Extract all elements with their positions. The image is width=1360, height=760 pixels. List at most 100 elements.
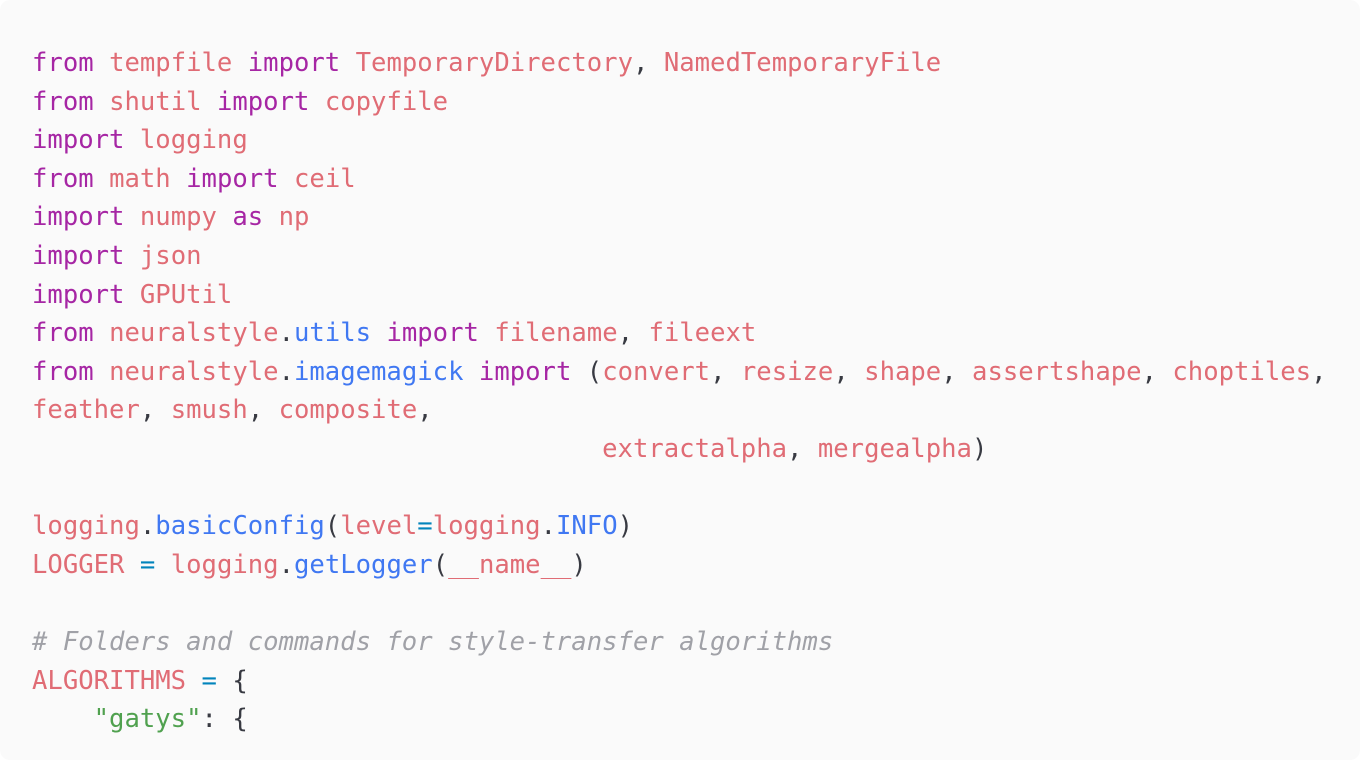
code-token: "gatys"	[93, 704, 202, 735]
code-token: (	[432, 549, 449, 580]
code-line: import numpy as np	[32, 198, 1326, 237]
code-token: composite	[278, 395, 418, 426]
code-panel: from tempfile import TemporaryDirectory,…	[0, 0, 1360, 760]
code-token: mergealpha	[817, 433, 972, 464]
code-token: smush	[170, 395, 248, 426]
code-token: import	[216, 86, 310, 117]
code-token: .	[139, 511, 156, 542]
code-token: # Folders and commands for style-transfe…	[32, 626, 834, 657]
code-line: "gatys": {	[32, 700, 1326, 739]
code-token: copyfile	[324, 86, 449, 117]
code-token: from	[32, 318, 94, 349]
code-token: : {	[201, 704, 248, 735]
code-line: ALGORITHMS = {	[32, 662, 1326, 701]
code-token: INFO	[555, 511, 618, 542]
code-token: logging	[432, 511, 541, 542]
code-token: {	[216, 665, 248, 696]
code-token: convert	[602, 356, 711, 387]
code-token: (	[324, 511, 341, 542]
code-token: feather	[32, 395, 140, 426]
code-token: from	[32, 163, 94, 194]
code-token: logging	[170, 549, 279, 580]
code-line: import json	[32, 237, 1326, 276]
code-token: ,	[139, 395, 171, 426]
code-line: extractalpha, mergealpha)	[32, 430, 1326, 469]
code-token: basicConfig	[155, 511, 325, 542]
code-token: filename	[494, 318, 618, 349]
code-token: numpy	[139, 202, 217, 233]
code-token: (	[571, 356, 603, 387]
code-token: shape	[864, 356, 942, 387]
code-token: =	[201, 665, 217, 696]
code-line: import GPUtil	[32, 276, 1326, 315]
code-token: import	[186, 163, 279, 194]
code-token: logging	[139, 125, 248, 156]
code-token: choptiles	[1172, 356, 1312, 387]
code-line: logging.basicConfig(level=logging.INFO)	[32, 507, 1326, 546]
code-token: from	[32, 48, 94, 78]
code-token: fileext	[648, 318, 757, 349]
code-token: resize	[740, 356, 834, 387]
code-token: =	[139, 549, 156, 580]
code-token: import	[32, 202, 125, 233]
code-token: )	[971, 433, 988, 464]
code-token: ,	[833, 356, 865, 387]
code-token: ,	[787, 433, 818, 464]
code-token: )	[617, 511, 634, 542]
code-token: tempfile	[109, 48, 233, 78]
code-token: ,	[1311, 356, 1327, 387]
code-token: ,	[633, 48, 664, 78]
code-token: import	[247, 48, 341, 78]
code-token: ,	[247, 395, 279, 426]
code-token: ,	[941, 356, 973, 387]
code-token: neuralstyle	[109, 318, 279, 349]
code-token: as	[232, 202, 264, 233]
code-line: from math import ceil	[32, 160, 1326, 199]
code-line: import logging	[32, 121, 1326, 160]
code-token: .	[278, 549, 295, 580]
code-block[interactable]: from tempfile import TemporaryDirectory,…	[32, 44, 1326, 739]
code-line: LOGGER = logging.getLogger(__name__)	[32, 546, 1326, 585]
code-token: import	[32, 125, 125, 156]
code-token: .	[540, 511, 556, 542]
code-token: json	[139, 240, 202, 271]
code-token: ceil	[294, 163, 356, 194]
code-token: GPUtil	[139, 279, 233, 310]
code-token: shutil	[109, 86, 202, 117]
code-token: ,	[417, 395, 433, 426]
code-token: ,	[617, 318, 649, 349]
code-token: neuralstyle	[109, 356, 279, 387]
code-token: LOGGER	[32, 549, 125, 580]
code-token: .	[278, 318, 294, 349]
code-token: ALGORITHMS	[32, 665, 187, 696]
code-line: from neuralstyle.utils import filename, …	[32, 314, 1326, 353]
code-token: from	[32, 86, 94, 117]
code-token: math	[109, 163, 171, 194]
code-token: NamedTemporaryFile	[663, 48, 942, 78]
code-token: extractalpha	[602, 433, 788, 464]
